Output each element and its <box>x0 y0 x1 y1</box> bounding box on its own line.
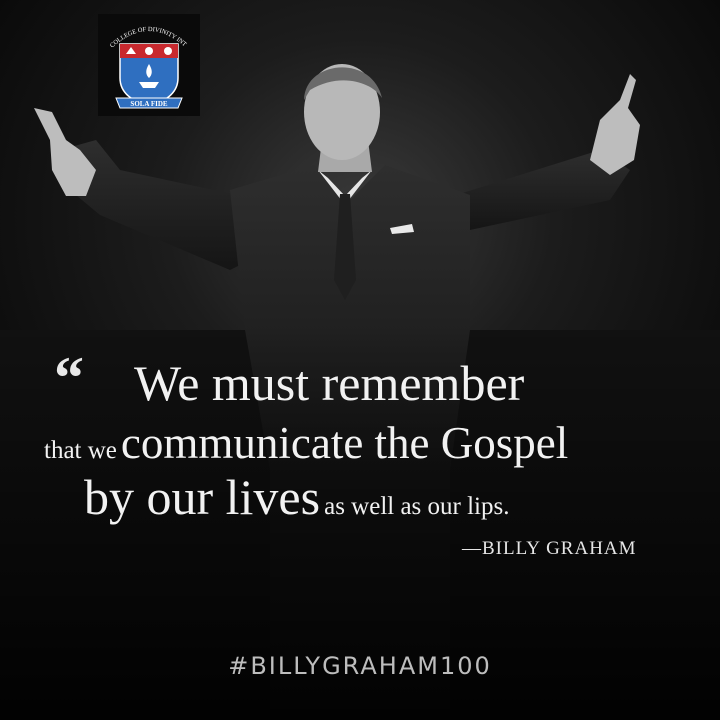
quote-line-3-large: by our lives <box>84 469 321 525</box>
hashtag: #BILLYGRAHAM100 <box>228 652 492 680</box>
open-quote-mark: “ <box>54 345 84 411</box>
logo-motto: SOLA FIDE <box>130 100 167 108</box>
quote-attribution: —BILLY GRAHAM <box>462 538 637 559</box>
quote-line-2-small: that we <box>44 437 117 464</box>
college-logo: COLLEGE OF DIVINITY INTERNATIONAL SOLA F… <box>98 14 200 116</box>
quote-line-1: We must remember <box>134 355 525 411</box>
quote-line-2-large: communicate the Gospel <box>120 418 569 468</box>
quote-line-3-small: as well as our lips. <box>324 493 510 520</box>
quote-line-3: by our lives as well as our lips. <box>84 472 509 522</box>
quote-line-2: that we communicate the Gospel <box>44 421 568 466</box>
poster: COLLEGE OF DIVINITY INTERNATIONAL SOLA F… <box>0 0 720 720</box>
